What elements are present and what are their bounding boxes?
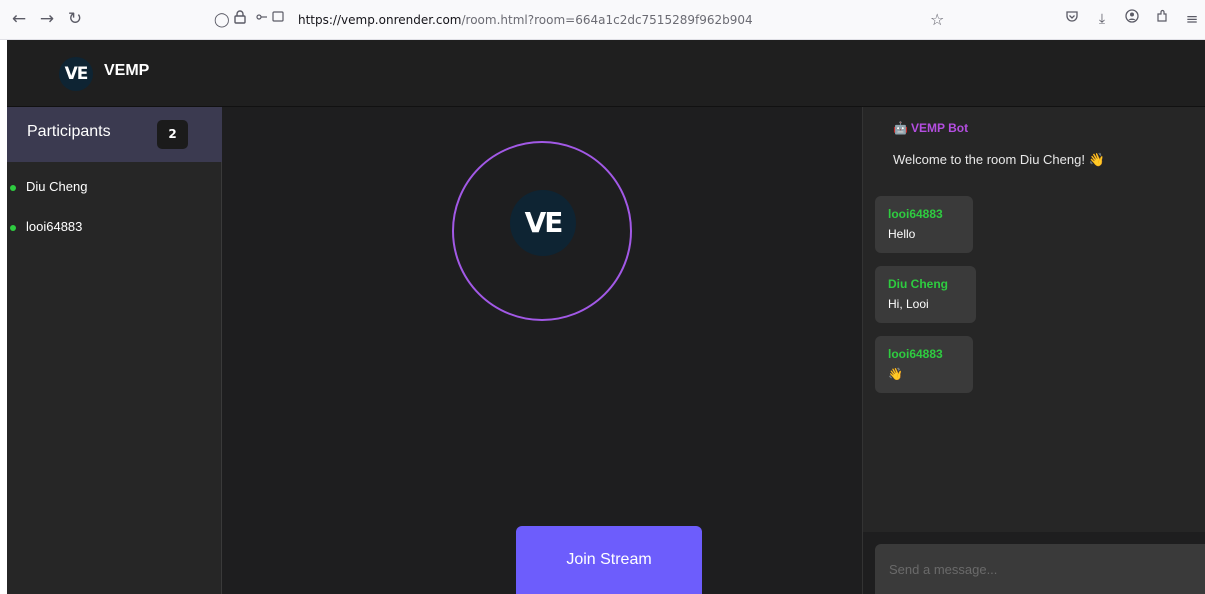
shield-icon[interactable]: ◯ (214, 10, 230, 30)
participant-name: looi64883 (26, 219, 83, 234)
bot-name: VEMP Bot (911, 121, 969, 135)
join-stream-button[interactable]: Join Stream (516, 526, 702, 594)
participant-name: Diu Cheng (26, 179, 88, 194)
participant-item[interactable]: Diu Cheng (7, 179, 222, 219)
chat-panel: 🤖 VEMP Bot Welcome to the room Diu Cheng!… (862, 107, 1205, 594)
back-icon[interactable]: ← (8, 8, 30, 30)
message-text: Hello (888, 227, 916, 241)
robot-icon: 🤖 (893, 121, 908, 135)
chat-message: Diu Cheng Hi, Looi (875, 266, 976, 323)
vemp-logo[interactable]: VE (59, 57, 93, 91)
download-icon[interactable]: ⤓ (1092, 9, 1112, 29)
online-status-dot (10, 185, 16, 191)
message-author: looi64883 (888, 207, 943, 221)
message-author: looi64883 (888, 347, 943, 361)
stream-area: VE Join Stream (222, 107, 862, 594)
brand-name: VEMP (104, 62, 150, 79)
chat-message: looi64883 Hello (875, 196, 973, 253)
bot-welcome-message: Welcome to the room Diu Cheng! 👋 (893, 152, 1105, 167)
online-status-dot (10, 225, 16, 231)
url-path: /room.html?room=664a1c2dc7515289f962b904 (461, 13, 753, 27)
forward-icon[interactable]: → (36, 8, 58, 30)
message-text: Hi, Looi (888, 297, 929, 311)
participants-title: Participants (27, 123, 111, 140)
message-author: Diu Cheng (888, 277, 948, 291)
stream-avatar-logo: VE (510, 190, 576, 256)
participants-header: Participants 2 (7, 107, 222, 162)
chat-message: looi64883 👋 (875, 336, 973, 393)
account-icon[interactable] (1122, 9, 1142, 29)
message-text: 👋 (888, 367, 903, 381)
lock-icon[interactable] (234, 10, 246, 30)
app-header: VE VEMP (7, 40, 1205, 107)
participants-count-badge: 2 (157, 120, 188, 149)
chat-input-bar (863, 532, 1205, 594)
reload-icon[interactable]: ↻ (64, 8, 86, 30)
message-input[interactable] (875, 544, 1205, 594)
bookmark-star-icon[interactable]: ☆ (930, 10, 944, 30)
url-text: https://vemp.onrender.com/room.html?room… (298, 10, 753, 30)
participants-list: Diu Cheng looi64883 (7, 179, 222, 259)
participant-item[interactable]: looi64883 (7, 219, 222, 259)
extensions-icon[interactable] (1152, 9, 1172, 29)
permissions-icon[interactable] (256, 10, 286, 30)
address-bar[interactable]: ◯ https://vemp.onrender.com/room.html?ro… (200, 6, 960, 34)
bot-sender: 🤖 VEMP Bot (893, 121, 968, 135)
participants-panel: Participants 2 Diu Cheng looi64883 (7, 107, 222, 594)
url-host: https://vemp.onrender.com (298, 13, 462, 27)
browser-toolbar: ← → ↻ ◯ https://vemp.onrender.com/room.h… (0, 0, 1205, 40)
stream-avatar-ring: VE (452, 141, 632, 321)
pocket-icon[interactable] (1062, 9, 1082, 29)
menu-icon[interactable]: ≡ (1182, 9, 1202, 29)
